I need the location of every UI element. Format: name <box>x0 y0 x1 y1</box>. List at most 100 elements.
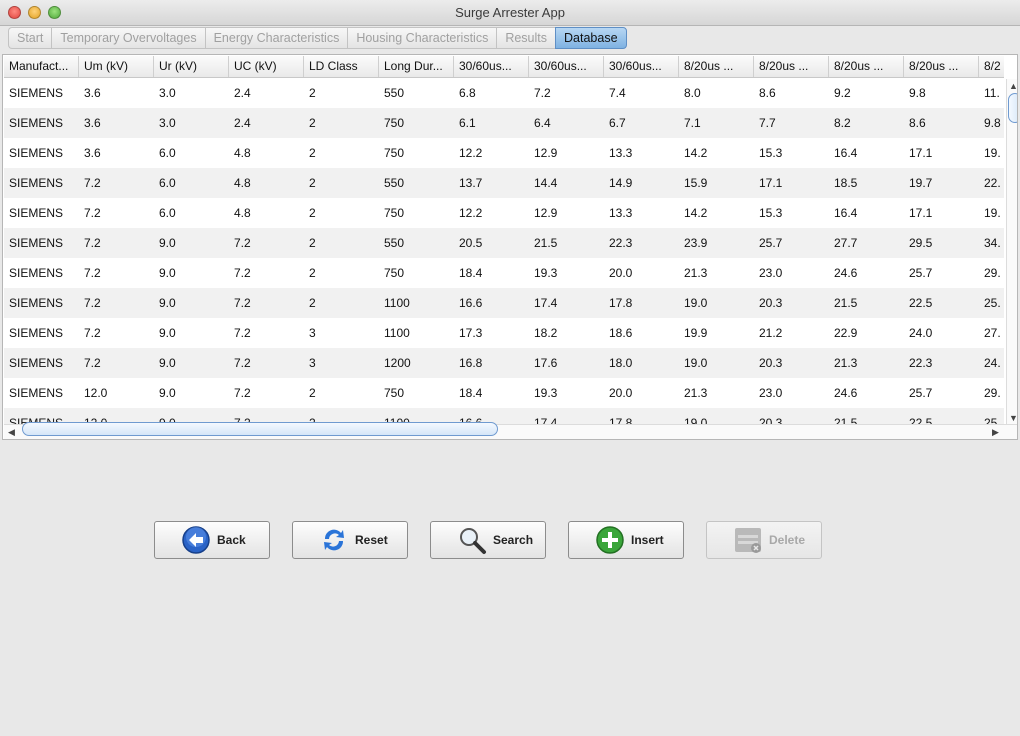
table-cell[interactable]: 17.3 <box>454 318 529 348</box>
column-header[interactable]: 8/2 <box>979 56 1004 77</box>
table-cell[interactable]: 22.9 <box>829 318 904 348</box>
table-cell[interactable]: 2 <box>304 378 379 408</box>
table-cell[interactable]: 2 <box>304 258 379 288</box>
table-cell[interactable]: 6.0 <box>154 138 229 168</box>
table-cell[interactable]: 7.2 <box>229 258 304 288</box>
table-cell[interactable]: 8.0 <box>679 78 754 108</box>
table-cell[interactable]: 18.6 <box>604 318 679 348</box>
table-cell[interactable]: 25.7 <box>904 258 979 288</box>
table-cell[interactable]: 22.3 <box>904 348 979 378</box>
table-cell[interactable]: 2 <box>304 168 379 198</box>
table-cell[interactable]: 25.7 <box>904 378 979 408</box>
table-cell[interactable]: 25.7 <box>754 228 829 258</box>
table-cell[interactable]: SIEMENS <box>4 78 79 108</box>
table-cell[interactable]: 9.0 <box>154 228 229 258</box>
table-cell[interactable]: 4.8 <box>229 168 304 198</box>
table-cell[interactable]: 13.3 <box>604 138 679 168</box>
table-cell[interactable]: 17.6 <box>529 348 604 378</box>
tab-start[interactable]: Start <box>8 27 52 49</box>
table-cell[interactable]: 23.0 <box>754 378 829 408</box>
table-cell[interactable]: SIEMENS <box>4 378 79 408</box>
table-cell[interactable]: 19.9 <box>679 318 754 348</box>
table-cell[interactable]: 9.0 <box>154 378 229 408</box>
table-cell[interactable]: 24.6 <box>829 258 904 288</box>
table-cell[interactable]: 4.8 <box>229 138 304 168</box>
table-cell[interactable]: 18.2 <box>529 318 604 348</box>
table-cell[interactable]: 7.2 <box>79 288 154 318</box>
table-cell[interactable]: 17.1 <box>904 138 979 168</box>
table-cell[interactable]: 20.5 <box>454 228 529 258</box>
table-cell[interactable]: SIEMENS <box>4 138 79 168</box>
table-cell[interactable]: 18.4 <box>454 258 529 288</box>
column-header[interactable]: 8/20us ... <box>904 56 979 77</box>
table-cell[interactable]: 9.8 <box>904 78 979 108</box>
table-cell[interactable]: 1100 <box>379 318 454 348</box>
table-cell[interactable]: 14.9 <box>604 168 679 198</box>
table-row[interactable]: SIEMENS 7.2 9.0 7.2 3 1200 16.8 17.6 18.0 19.0 20.… <box>4 348 1004 378</box>
table-cell[interactable]: 7.2 <box>229 348 304 378</box>
reset-button[interactable]: Reset <box>292 521 408 559</box>
table-cell[interactable]: 7.2 <box>79 168 154 198</box>
table-cell[interactable]: 2 <box>304 138 379 168</box>
table-cell[interactable]: 9.0 <box>154 348 229 378</box>
table-cell[interactable]: 7.2 <box>229 378 304 408</box>
table-cell[interactable]: 1200 <box>379 348 454 378</box>
table-cell[interactable]: 8.2 <box>829 108 904 138</box>
table-cell[interactable]: 14.2 <box>679 138 754 168</box>
table-row[interactable]: SIEMENS 3.6 3.0 2.4 2 750 6.1 6.4 6.7 7.1 7.7 8.2 8.… <box>4 108 1004 138</box>
table-cell[interactable]: 20.3 <box>754 348 829 378</box>
table-row[interactable]: SIEMENS 3.6 3.0 2.4 2 550 6.8 7.2 7.4 8.0 8.6 9.2 9.… <box>4 78 1004 108</box>
table-cell[interactable]: 3.6 <box>79 138 154 168</box>
table-cell[interactable]: 21.2 <box>754 318 829 348</box>
column-header[interactable]: LD Class <box>304 56 379 77</box>
column-header[interactable]: UC (kV) <box>229 56 304 77</box>
table-cell[interactable]: 750 <box>379 258 454 288</box>
scroll-left-icon[interactable]: ◀ <box>8 427 15 437</box>
table-cell[interactable]: 9.0 <box>154 258 229 288</box>
table-cell[interactable]: 16.8 <box>454 348 529 378</box>
table-cell[interactable]: 21.5 <box>829 408 904 424</box>
table-cell[interactable]: 7.7 <box>754 108 829 138</box>
table-cell[interactable]: 7.2 <box>79 198 154 228</box>
table-cell[interactable]: 6.1 <box>454 108 529 138</box>
table-cell[interactable]: 14.2 <box>679 198 754 228</box>
scroll-down-icon[interactable]: ▼ <box>1009 413 1017 423</box>
table-cell[interactable]: 12.2 <box>454 138 529 168</box>
insert-button[interactable]: Insert <box>568 521 684 559</box>
table-cell[interactable]: 21.3 <box>679 378 754 408</box>
table-cell[interactable]: 17.1 <box>754 168 829 198</box>
column-header[interactable]: 30/60us... <box>454 56 529 77</box>
tab-results[interactable]: Results <box>496 27 556 49</box>
table-cell[interactable]: 3 <box>304 318 379 348</box>
column-header[interactable]: Long Dur... <box>379 56 454 77</box>
tab-housing-characteristics[interactable]: Housing Characteristics <box>347 27 497 49</box>
table-cell[interactable]: SIEMENS <box>4 318 79 348</box>
table-cell[interactable]: 19.0 <box>679 408 754 424</box>
table-cell[interactable]: 20.0 <box>604 258 679 288</box>
table-cell[interactable]: 21.3 <box>679 258 754 288</box>
table-cell[interactable]: 2.4 <box>229 108 304 138</box>
delete-button[interactable]: Delete <box>706 521 822 559</box>
table-cell[interactable]: 8.6 <box>754 78 829 108</box>
table-cell[interactable]: SIEMENS <box>4 168 79 198</box>
table-cell[interactable]: 15.3 <box>754 138 829 168</box>
table-cell[interactable]: 2 <box>304 228 379 258</box>
table-cell[interactable]: 7.2 <box>529 78 604 108</box>
table-row[interactable]: SIEMENS 7.2 6.0 4.8 2 550 13.7 14.4 14.9 15.9 17.1… <box>4 168 1004 198</box>
table-cell[interactable]: 23.0 <box>754 258 829 288</box>
table-cell[interactable]: 20.0 <box>604 378 679 408</box>
table-cell[interactable]: 12.0 <box>79 378 154 408</box>
table-cell[interactable]: 16.6 <box>454 288 529 318</box>
table-row[interactable]: SIEMENS 3.6 6.0 4.8 2 750 12.2 12.9 13.3 14.2 15.3… <box>4 138 1004 168</box>
table-row[interactable]: SIEMENS 7.2 6.0 4.8 2 750 12.2 12.9 13.3 14.2 15.3… <box>4 198 1004 228</box>
table-row[interactable]: SIEMENS 7.2 9.0 7.2 3 1100 17.3 18.2 18.6 19.9 21.… <box>4 318 1004 348</box>
table-cell[interactable]: 15.9 <box>679 168 754 198</box>
table-cell[interactable]: 17.8 <box>604 288 679 318</box>
table-cell[interactable]: 29.5 <box>904 228 979 258</box>
table-cell[interactable]: 3.6 <box>79 78 154 108</box>
table-cell[interactable]: SIEMENS <box>4 198 79 228</box>
vertical-scroll-thumb[interactable] <box>1008 93 1017 123</box>
table-cell[interactable]: 25. <box>979 288 1004 318</box>
table-cell[interactable]: 19. <box>979 198 1004 228</box>
table-row[interactable]: SIEMENS 7.2 9.0 7.2 2 1100 16.6 17.4 17.8 19.0 20.… <box>4 288 1004 318</box>
